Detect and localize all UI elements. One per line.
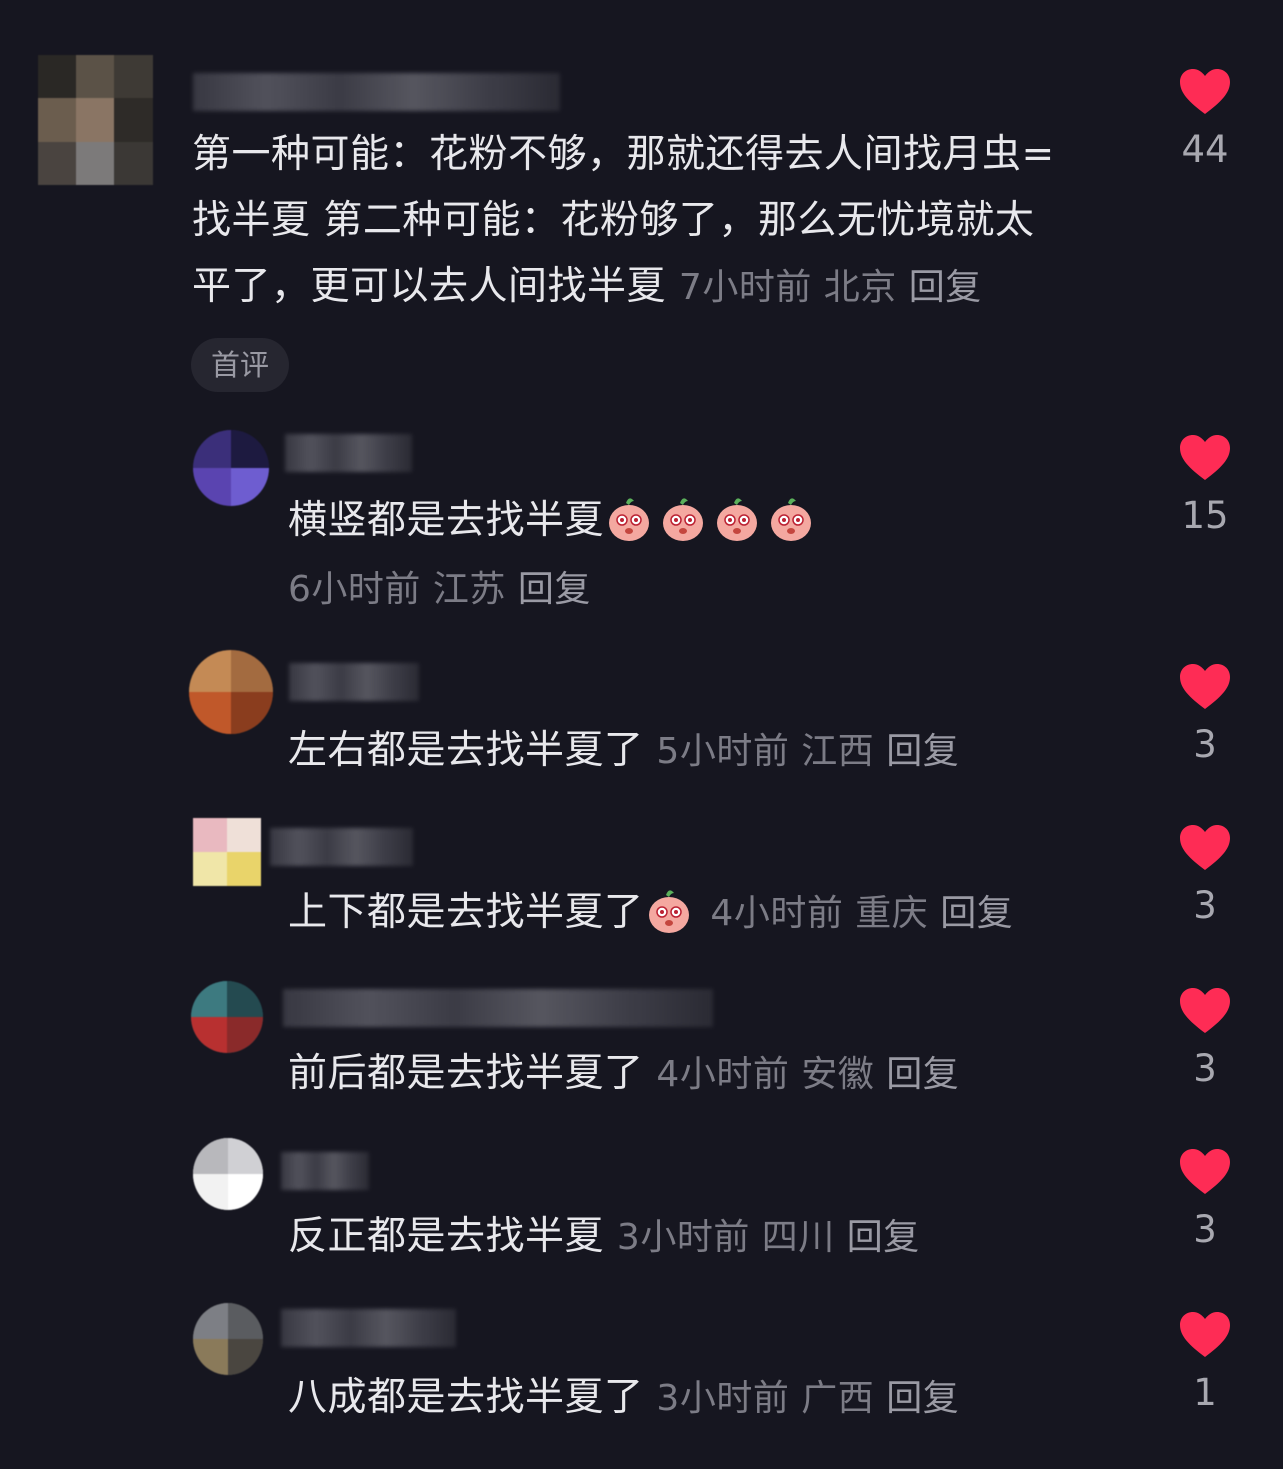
comment-time: 3小时前 bbox=[616, 1217, 750, 1258]
comment-time: 7小时前 bbox=[678, 267, 812, 308]
comment-meta: 4小时前 重庆 回复 bbox=[710, 893, 1013, 934]
user-avatar[interactable] bbox=[193, 818, 261, 886]
comment-item: 第一种可能：花粉不够，那就还得去人间找月虫= 找半夏 第二种可能：花粉够了，那么… bbox=[0, 0, 1283, 400]
reply-button[interactable]: 回复 bbox=[940, 893, 1013, 934]
reply-button[interactable]: 回复 bbox=[886, 1378, 959, 1419]
user-avatar[interactable] bbox=[193, 1303, 263, 1375]
heart-icon bbox=[1180, 664, 1230, 709]
reply-item: 反正都是去找半夏 3小时前 四川 回复 3 bbox=[0, 1130, 1283, 1290]
username-blurred[interactable] bbox=[283, 989, 713, 1027]
user-avatar[interactable] bbox=[193, 430, 269, 506]
comment-time: 5小时前 bbox=[656, 731, 790, 772]
comment-text-tail: 平了，更可以去人间找半夏 bbox=[192, 264, 667, 309]
like-count: 3 bbox=[1193, 1047, 1217, 1090]
peach-face-emoji bbox=[609, 498, 650, 541]
comment-text: 前后都是去找半夏了 4小时前 安徽 回复 bbox=[288, 1041, 1148, 1108]
comment-location: 安徽 bbox=[801, 1054, 875, 1095]
comment-meta: 6小时前 江苏 回复 bbox=[288, 565, 591, 615]
like-count: 1 bbox=[1193, 1371, 1217, 1414]
heart-icon bbox=[1180, 1149, 1230, 1194]
comment-location: 重庆 bbox=[855, 893, 929, 934]
comment-text-body: 横竖都是去找半夏 bbox=[288, 498, 605, 543]
comment-text: 反正都是去找半夏 3小时前 四川 回复 bbox=[288, 1204, 1148, 1271]
comment-text: 第一种可能：花粉不够，那就还得去人间找月虫= 找半夏 第二种可能：花粉够了，那么… bbox=[192, 122, 1152, 321]
comment-time: 4小时前 bbox=[710, 893, 844, 934]
like-button[interactable]: 3 bbox=[1160, 663, 1250, 765]
username-blurred[interactable] bbox=[281, 1152, 369, 1190]
like-button[interactable]: 3 bbox=[1160, 1148, 1250, 1250]
reply-button[interactable]: 回复 bbox=[886, 731, 959, 772]
reply-item: 前后都是去找半夏了 4小时前 安徽 回复 3 bbox=[0, 965, 1283, 1125]
user-avatar[interactable] bbox=[191, 981, 263, 1053]
comment-text-line: 第一种可能：花粉不够，那就还得去人间找月虫= bbox=[192, 132, 1055, 177]
like-button[interactable]: 15 bbox=[1160, 434, 1250, 536]
heart-icon bbox=[1180, 1312, 1230, 1357]
reply-button[interactable]: 回复 bbox=[886, 1054, 959, 1095]
reply-button[interactable]: 回复 bbox=[518, 569, 591, 610]
comment-meta: 3小时前 四川 回复 bbox=[617, 1217, 920, 1258]
user-avatar[interactable] bbox=[189, 650, 273, 734]
comment-text-body: 左右都是去找半夏了 bbox=[288, 728, 644, 773]
heart-icon bbox=[1180, 69, 1230, 114]
comment-location: 广西 bbox=[801, 1378, 875, 1419]
reply-button[interactable]: 回复 bbox=[847, 1217, 920, 1258]
peach-face-emoji bbox=[771, 498, 812, 541]
heart-icon bbox=[1180, 988, 1230, 1033]
comment-text: 八成都是去找半夏了 3小时前 广西 回复 bbox=[288, 1365, 1148, 1432]
comment-meta: 4小时前 安徽 回复 bbox=[656, 1054, 959, 1095]
reply-item: 八成都是去找半夏了 3小时前 广西 回复 1 bbox=[0, 1295, 1283, 1465]
like-count: 15 bbox=[1181, 494, 1229, 537]
username-blurred[interactable] bbox=[193, 73, 560, 111]
like-button[interactable]: 44 bbox=[1160, 68, 1250, 170]
comment-location: 北京 bbox=[823, 267, 897, 308]
comment-location: 江苏 bbox=[432, 569, 506, 610]
peach-emoji-group bbox=[604, 498, 820, 543]
comment-text-body: 前后都是去找半夏了 bbox=[288, 1051, 644, 1096]
comment-meta: 7小时前 北京 回复 bbox=[679, 267, 982, 308]
comment-location: 江西 bbox=[801, 731, 875, 772]
reply-item: 左右都是去找半夏了 5小时前 江西 回复 3 bbox=[0, 625, 1283, 785]
like-button[interactable]: 1 bbox=[1160, 1311, 1250, 1413]
comment-time: 4小时前 bbox=[656, 1054, 790, 1095]
comment-location: 四川 bbox=[761, 1217, 835, 1258]
comment-text: 横竖都是去找半夏 bbox=[288, 488, 1148, 554]
like-count: 44 bbox=[1181, 128, 1229, 171]
username-blurred[interactable] bbox=[270, 828, 413, 866]
comment-time: 6小时前 bbox=[288, 569, 421, 610]
comment-text: 上下都是去找半夏了 4小时前 重庆 回复 bbox=[288, 880, 1148, 947]
username-blurred[interactable] bbox=[281, 1309, 456, 1347]
comment-time: 3小时前 bbox=[656, 1378, 790, 1419]
comment-text-line: 找半夏 第二种可能：花粉够了，那么无忧境就太 bbox=[192, 198, 1035, 243]
peach-face-emoji bbox=[648, 890, 689, 933]
heart-icon bbox=[1180, 435, 1230, 480]
like-count: 3 bbox=[1193, 884, 1217, 927]
peach-face-emoji bbox=[663, 498, 704, 541]
peach-face-emoji bbox=[717, 498, 758, 541]
user-avatar[interactable] bbox=[193, 1138, 263, 1210]
reply-item: 横竖都是去找半夏 6小时前 江苏 回复 15 bbox=[0, 420, 1283, 620]
comment-text-body: 反正都是去找半夏 bbox=[288, 1214, 605, 1259]
comment-meta: 5小时前 江西 回复 bbox=[656, 731, 959, 772]
comment-text-body: 上下都是去找半夏了 bbox=[288, 890, 644, 935]
username-blurred[interactable] bbox=[285, 434, 412, 472]
like-button[interactable]: 3 bbox=[1160, 824, 1250, 926]
reply-button[interactable]: 回复 bbox=[909, 267, 982, 308]
first-comment-badge: 首评 bbox=[191, 338, 289, 392]
comment-text-line: 平了，更可以去人间找半夏 7小时前 北京 回复 bbox=[192, 254, 1152, 321]
like-button[interactable]: 3 bbox=[1160, 987, 1250, 1089]
username-blurred[interactable] bbox=[289, 663, 419, 701]
reply-item: 上下都是去找半夏了 4小时前 重庆 回复 3 bbox=[0, 800, 1283, 960]
heart-icon bbox=[1180, 825, 1230, 870]
comment-text: 左右都是去找半夏了 5小时前 江西 回复 bbox=[288, 718, 1148, 785]
like-count: 3 bbox=[1193, 723, 1217, 766]
comment-text-body: 八成都是去找半夏了 bbox=[288, 1375, 644, 1420]
like-count: 3 bbox=[1193, 1208, 1217, 1251]
comment-meta: 3小时前 广西 回复 bbox=[656, 1378, 959, 1419]
user-avatar[interactable] bbox=[38, 55, 153, 185]
